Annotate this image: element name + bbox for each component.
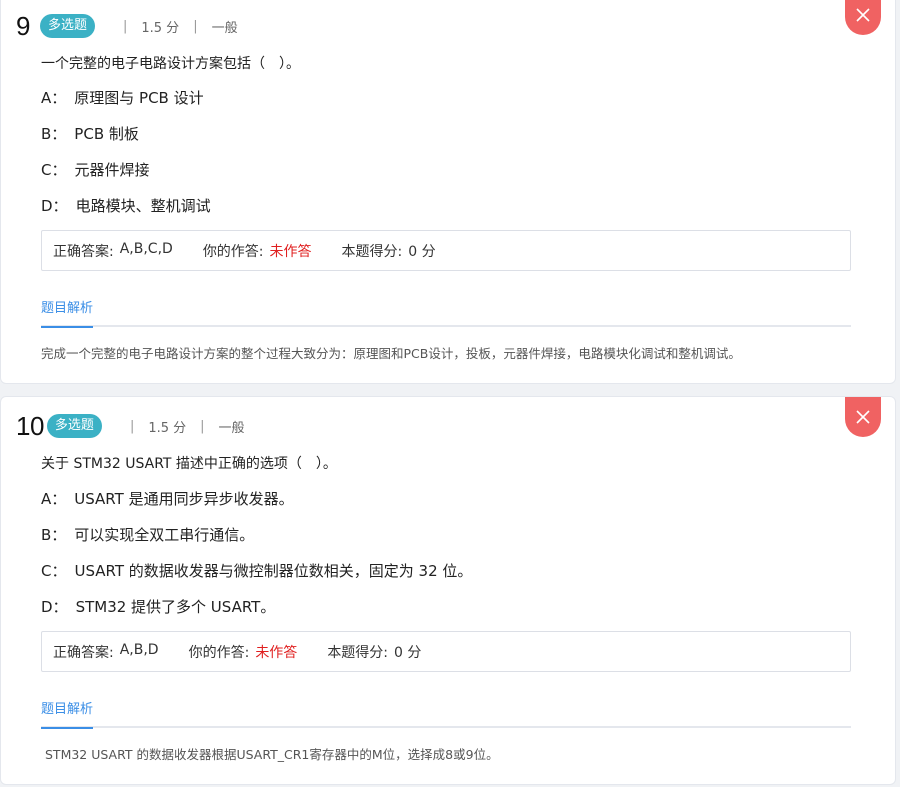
question-number: 9 — [16, 10, 30, 41]
analysis-text: 完成一个完整的电子电路设计方案的整个过程大致分为：原理图和PCB设计，投板，元器… — [41, 346, 741, 361]
option-b: B： 可以实现全双工串行通信。 — [41, 524, 472, 560]
analysis-tabs: 题目解析 — [41, 698, 851, 729]
your-answer: 你的作答: 未作答 — [203, 241, 312, 261]
meta-separator: | — [129, 418, 135, 434]
correct-answer: 正确答案: A,B,D — [53, 642, 159, 662]
score-value: 0 分 — [408, 243, 436, 260]
question-meta: | 1.5 分 | 一般 — [109, 17, 238, 36]
close-button[interactable] — [845, 0, 881, 35]
close-button[interactable] — [845, 397, 881, 437]
your-answer-label: 你的作答: — [202, 243, 264, 260]
question-number: 10 — [16, 410, 44, 441]
meta-separator: | — [200, 418, 205, 434]
option-letter: B： — [41, 526, 67, 544]
option-c: C： USART 的数据收发器与微控制器位数相关，固定为 32 位。 — [41, 560, 472, 596]
option-a: A： 原理图与 PCB 设计 — [41, 87, 211, 123]
question-card-10: 10 多选题 | 1.5 分 | 一般 关于 STM32 USART 描述中正确… — [0, 396, 896, 785]
option-b: B： PCB 制板 — [41, 123, 211, 159]
correct-answer: 正确答案: A,B,C,D — [53, 241, 173, 261]
question-type-badge: 多选题 — [39, 14, 95, 38]
question-score: 1.5 分 — [141, 20, 180, 36]
close-icon — [856, 8, 870, 22]
answer-summary: 正确答案: A,B,C,D 你的作答: 未作答 本题得分: 0 分 — [41, 230, 851, 271]
option-a: A： USART 是通用同步异步收发器。 — [41, 488, 472, 524]
correct-answer-label: 正确答案: — [53, 644, 114, 661]
option-c: C： 元器件焊接 — [41, 159, 211, 195]
analysis-tabs: 题目解析 — [41, 297, 851, 328]
option-text: 电路模块、整机调试 — [75, 197, 211, 215]
score-label: 本题得分: — [327, 644, 389, 661]
your-answer: 你的作答: 未作答 — [189, 642, 298, 662]
option-text: PCB 制板 — [74, 125, 139, 143]
option-text: STM32 提供了多个 USART。 — [75, 598, 276, 616]
option-text: 元器件焊接 — [74, 161, 150, 179]
question-score-result: 本题得分: 0 分 — [342, 241, 436, 261]
option-text: 原理图与 PCB 设计 — [74, 89, 204, 107]
correct-answer-value: A,B,D — [119, 641, 159, 658]
option-letter: B： — [41, 125, 67, 143]
option-text: 可以实现全双工串行通信。 — [74, 526, 255, 544]
your-answer-value: 未作答 — [269, 243, 312, 260]
your-answer-value: 未作答 — [255, 644, 298, 661]
close-icon — [856, 410, 870, 424]
answer-summary: 正确答案: A,B,D 你的作答: 未作答 本题得分: 0 分 — [41, 631, 851, 672]
option-d: D： 电路模块、整机调试 — [41, 195, 211, 231]
your-answer-label: 你的作答: — [188, 644, 250, 661]
option-letter: A： — [41, 89, 67, 107]
tab-analysis[interactable]: 题目解析 — [41, 701, 94, 729]
option-letter: D： — [41, 598, 68, 616]
question-header: 10 多选题 | 1.5 分 | 一般 — [16, 411, 245, 441]
score-label: 本题得分: — [341, 243, 403, 260]
option-text: USART 的数据收发器与微控制器位数相关，固定为 32 位。 — [74, 562, 473, 580]
option-list: A： USART 是通用同步异步收发器。 B： 可以实现全双工串行通信。 C： USA… — [41, 488, 472, 632]
question-type-badge: 多选题 — [46, 414, 102, 438]
option-letter: C： — [41, 562, 67, 580]
question-score-result: 本题得分: 0 分 — [327, 642, 421, 662]
question-stem: 关于 STM32 USART 描述中正确的选项（ ）。 — [41, 456, 337, 472]
question-header: 9 多选题 | 1.5 分 | 一般 — [16, 11, 238, 41]
tab-analysis[interactable]: 题目解析 — [41, 300, 94, 328]
analysis-text: STM32 USART 的数据收发器根据USART_CR1寄存器中的M位，选择成… — [45, 747, 499, 762]
correct-answer-value: A,B,C,D — [119, 240, 173, 257]
question-card-9: 9 多选题 | 1.5 分 | 一般 一个完整的电子电路设计方案包括（ ）。 A… — [0, 0, 896, 384]
meta-separator: | — [193, 18, 198, 34]
question-difficulty: 一般 — [218, 420, 245, 436]
option-letter: C： — [41, 161, 67, 179]
option-text: USART 是通用同步异步收发器。 — [74, 490, 294, 508]
option-list: A： 原理图与 PCB 设计 B： PCB 制板 C： 元器件焊接 D： 电路模块、整机… — [41, 87, 211, 231]
question-score: 1.5 分 — [148, 420, 187, 436]
meta-separator: | — [122, 18, 128, 34]
correct-answer-label: 正确答案: — [53, 243, 114, 260]
option-letter: D： — [41, 197, 68, 215]
option-d: D： STM32 提供了多个 USART。 — [41, 596, 472, 632]
question-meta: | 1.5 分 | 一般 — [116, 417, 245, 436]
score-value: 0 分 — [394, 644, 422, 661]
question-stem: 一个完整的电子电路设计方案包括（ ）。 — [41, 56, 300, 72]
option-letter: A： — [41, 490, 67, 508]
question-difficulty: 一般 — [211, 20, 238, 36]
